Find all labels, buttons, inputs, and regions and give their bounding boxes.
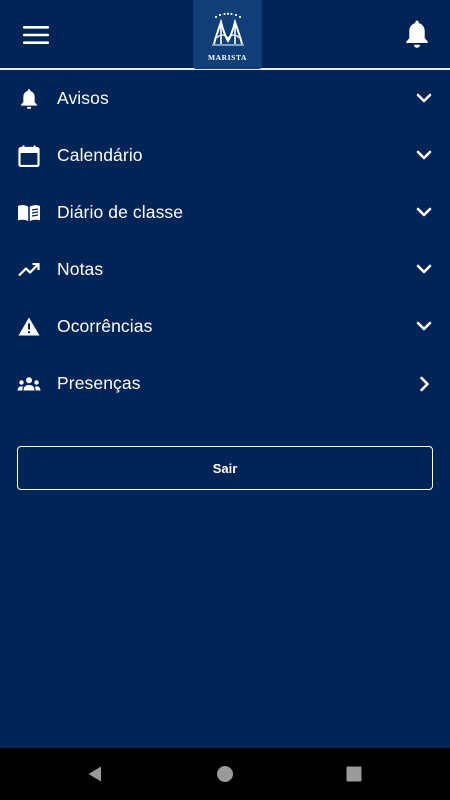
menu-item-presencas[interactable]: Presenças bbox=[0, 355, 450, 412]
menu-item-notas[interactable]: Notas bbox=[0, 241, 450, 298]
group-icon bbox=[16, 371, 42, 397]
logo-text: MARISTA bbox=[207, 52, 248, 62]
back-triangle-icon bbox=[88, 766, 101, 782]
bell-icon bbox=[406, 20, 428, 48]
chevron-down-icon[interactable] bbox=[412, 87, 436, 111]
recents-button[interactable] bbox=[337, 758, 371, 790]
menu-item-label: Ocorrências bbox=[57, 316, 153, 336]
home-button[interactable] bbox=[208, 758, 242, 790]
back-button[interactable] bbox=[78, 758, 112, 790]
calendar-icon bbox=[16, 143, 42, 169]
menu-item-avisos[interactable]: Avisos bbox=[0, 70, 450, 127]
logout-button[interactable]: Sair bbox=[17, 446, 433, 490]
menu-item-ocorrencias[interactable]: Ocorrências bbox=[0, 298, 450, 355]
recents-square-icon bbox=[346, 766, 362, 782]
chevron-down-icon[interactable] bbox=[412, 144, 436, 168]
trending-up-icon bbox=[16, 257, 42, 283]
warning-icon bbox=[16, 314, 42, 340]
menu-item-diario-de-classe[interactable]: Diário de classe bbox=[0, 184, 450, 241]
menu-item-calendario[interactable]: Calendário bbox=[0, 127, 450, 184]
open-book-icon bbox=[16, 200, 42, 226]
menu-item-label: Calendário bbox=[57, 145, 143, 165]
chevron-down-icon[interactable] bbox=[412, 315, 436, 339]
menu-item-label: Presenças bbox=[57, 373, 141, 393]
logo-monogram-icon bbox=[211, 12, 244, 45]
chevron-right-icon[interactable] bbox=[412, 372, 436, 396]
notifications-button[interactable] bbox=[400, 16, 434, 52]
home-circle-icon bbox=[217, 766, 233, 782]
menu-button[interactable] bbox=[14, 15, 58, 55]
chevron-down-icon[interactable] bbox=[412, 258, 436, 282]
menu-item-label: Notas bbox=[57, 259, 104, 279]
marista-logo: MARISTA bbox=[193, 0, 262, 69]
app-bar: MARISTA bbox=[0, 0, 450, 70]
bell-icon bbox=[16, 86, 42, 112]
chevron-down-icon[interactable] bbox=[412, 201, 436, 225]
system-nav-bar bbox=[0, 748, 450, 800]
menu-item-label: Avisos bbox=[57, 88, 109, 108]
menu-list: Avisos Calendário Diário de classe Notas… bbox=[0, 70, 450, 412]
menu-item-label: Diário de classe bbox=[57, 202, 184, 222]
hamburger-menu-icon bbox=[23, 26, 49, 44]
